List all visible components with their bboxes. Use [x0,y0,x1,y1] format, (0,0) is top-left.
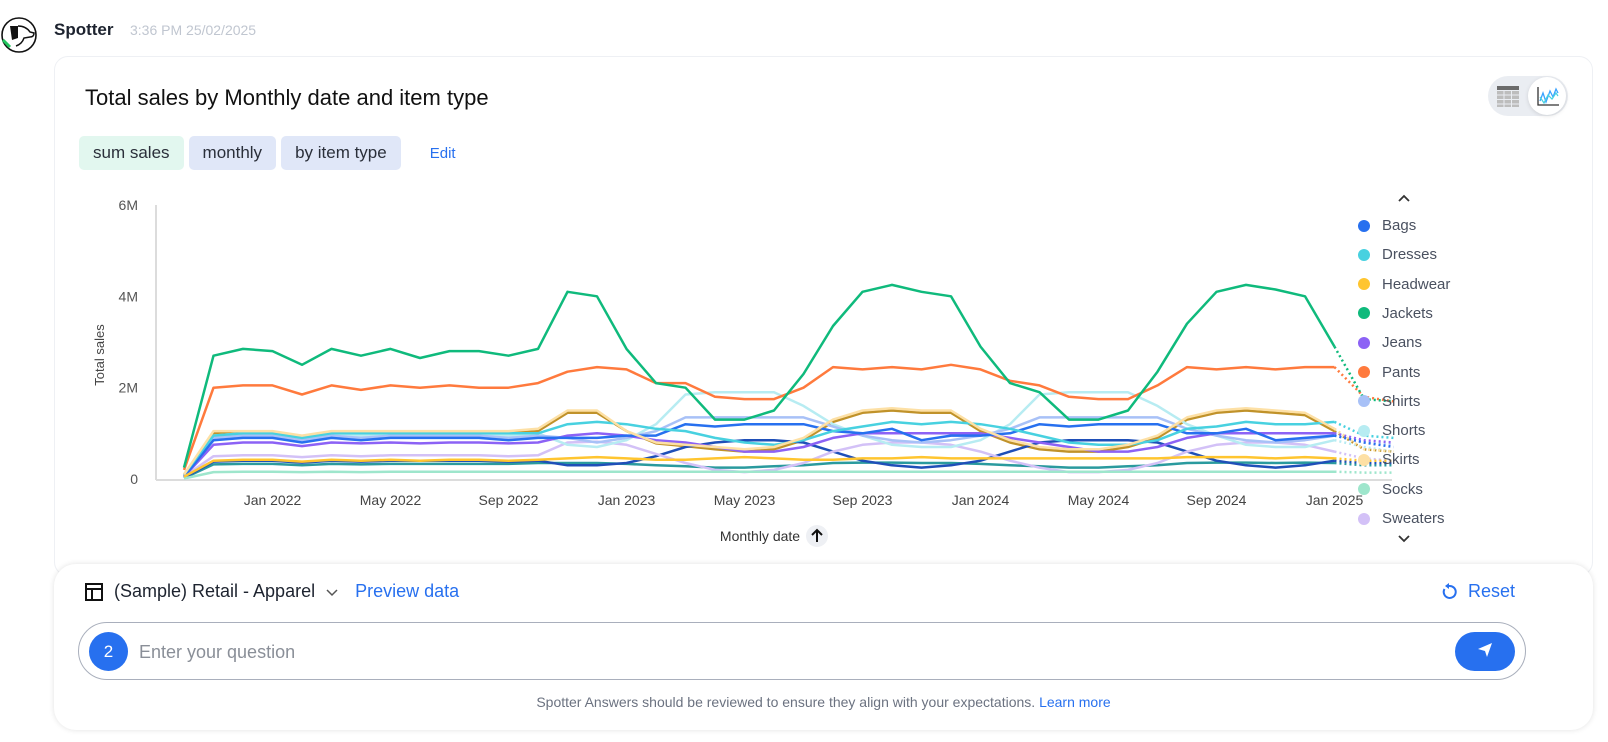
x-tick-label: Jan 2025 [1306,492,1364,508]
legend-item-pants[interactable]: Pants [1358,364,1420,381]
legend-label: Pants [1382,363,1421,381]
legend-label: Sweaters [1382,510,1445,527]
legend-color-dot [1358,512,1370,525]
series-lines [182,283,1394,480]
reset-label: Reset [1467,581,1515,601]
x-tick-label: May 2023 [714,492,776,508]
question-input[interactable] [139,637,1439,667]
x-tick-label: May 2022 [360,492,422,508]
legend-label: Bags [1382,217,1417,234]
legend-item-sweaters[interactable]: Sweaters [1358,510,1445,527]
x-axis-label: Monthly date [720,528,800,544]
chevron-down-icon[interactable] [325,585,339,599]
x-tick-label: Jan 2022 [244,492,302,508]
y-axis: 0 2M 4M 6M [119,197,157,487]
legend-item-socks[interactable]: Socks [1358,481,1423,498]
x-tick-label: Jan 2024 [952,492,1010,508]
x-axis: Jan 2022 May 2022 Sep 2022 Jan 2023 May 2023… [156,479,1392,508]
legend-color-dot [1358,424,1370,437]
chevron-down-icon [1398,535,1410,543]
learn-more-link[interactable]: Learn more [1039,694,1111,710]
disclaimer: Spotter Answers should be reviewed to en… [54,694,1593,710]
legend-item-shirts[interactable]: Shirts [1358,393,1420,410]
series-socks[interactable] [183,470,1394,480]
legend-color-dot [1358,366,1370,378]
legend-label: Jackets [1382,304,1433,322]
legend-color-dot [1358,336,1370,349]
legend-label: Socks [1382,480,1423,498]
legend-item-headwear[interactable]: Headwear [1358,276,1450,293]
preview-data-link[interactable]: Preview data [355,581,459,602]
x-tick-label: Sep 2022 [479,492,539,508]
series-other-teal[interactable] [183,461,1394,480]
legend-label: Shorts [1382,422,1426,440]
datasource-selector[interactable]: (Sample) Retail - Apparel [114,581,315,602]
table-icon [85,582,103,601]
legend-label: Skirts [1382,451,1420,469]
y-tick-label: 0 [130,471,138,487]
sort-button[interactable] [806,525,828,547]
y-tick-label: 4M [119,288,138,304]
legend-color-dot [1358,453,1370,466]
legend-color-dot [1358,278,1370,291]
legend-color-dot [1358,219,1370,232]
legend-color-dot [1358,307,1370,320]
legend-item-skirts[interactable]: Skirts [1358,451,1420,468]
series-line[interactable] [183,470,1335,480]
legend-color-dot [1358,483,1370,496]
x-tick-label: Sep 2023 [833,492,893,508]
legend-label: Shirts [1382,392,1421,410]
send-icon [1478,643,1492,657]
send-button[interactable] [1455,632,1515,671]
y-axis-label: Total sales [92,324,107,386]
y-tick-label: 2M [119,380,138,396]
y-tick-label: 6M [119,197,138,213]
legend-color-dot [1358,395,1370,408]
question-count-badge: 2 [89,632,128,671]
legend-item-dresses[interactable]: Dresses [1358,246,1437,263]
x-tick-label: Jan 2023 [598,492,656,508]
legend-label: Jeans [1382,334,1423,352]
legend-color-dot [1358,248,1370,261]
chevron-up-icon [1398,194,1410,202]
legend-item-bags[interactable]: Bags [1358,217,1416,234]
disclaimer-text: Spotter Answers should be reviewed to en… [536,694,1036,710]
x-tick-label: May 2024 [1068,492,1130,508]
legend-scroll-up[interactable] [1398,190,1410,205]
legend-item-jackets[interactable]: Jackets [1358,305,1433,322]
question-input-wrapper: 2 [78,622,1526,680]
x-tick-label: Sep 2024 [1187,492,1247,508]
question-composer: (Sample) Retail - Apparel Preview data R… [54,564,1593,730]
legend-item-shorts[interactable]: Shorts [1358,422,1425,439]
series-line-partial[interactable] [1334,470,1394,474]
legend-scroll-down[interactable] [1398,531,1410,546]
datasource-row: (Sample) Retail - Apparel Preview data [84,581,459,602]
legend-label: Headwear [1382,275,1451,293]
legend-label: Dresses [1382,246,1438,264]
reset-icon [1442,582,1457,599]
reset-button[interactable]: Reset [1440,581,1515,602]
legend-item-jeans[interactable]: Jeans [1358,334,1422,351]
